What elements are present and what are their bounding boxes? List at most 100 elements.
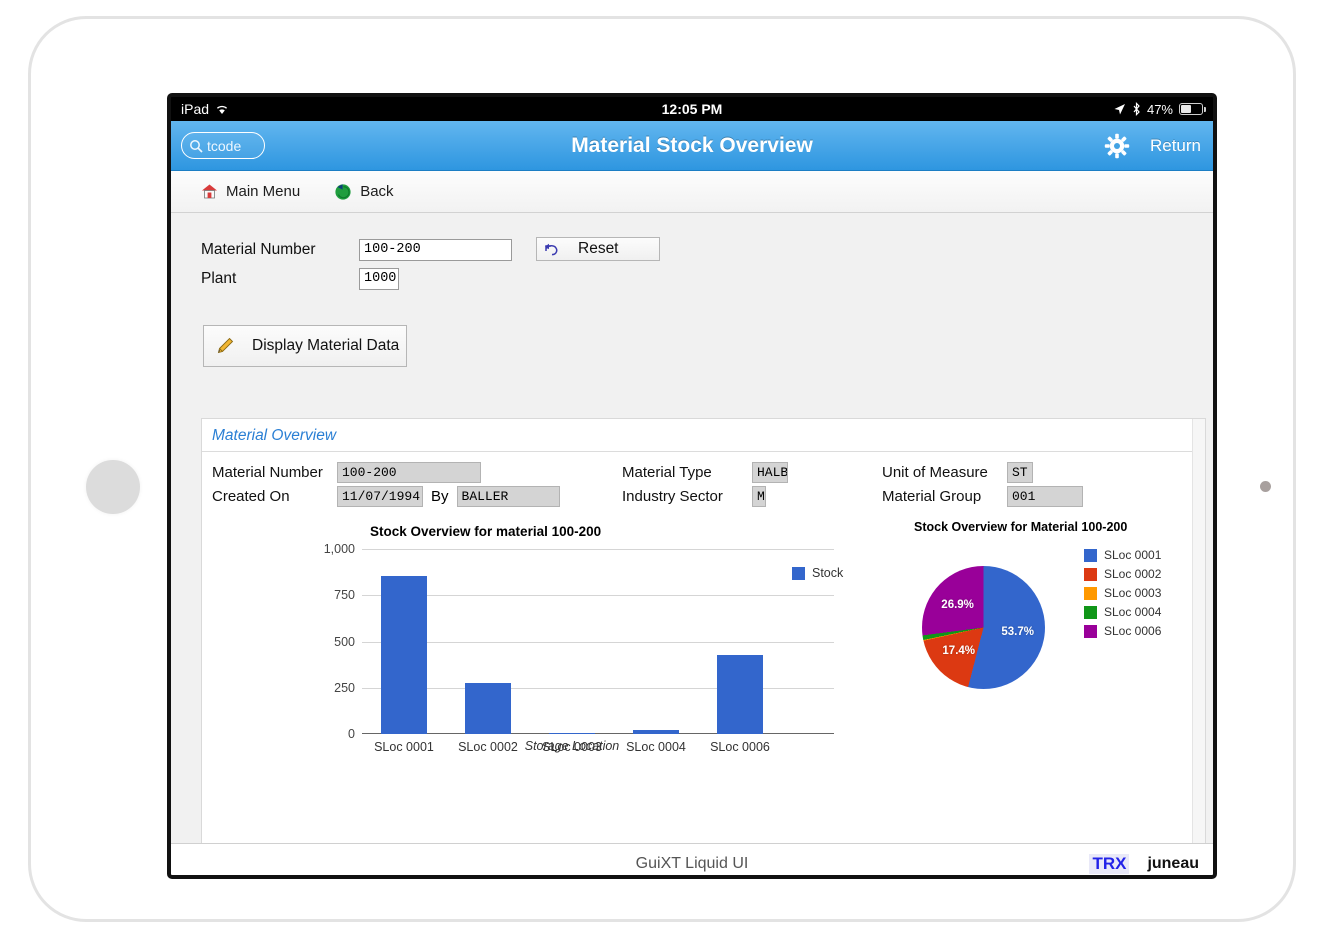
pie-chart-legend-label: SLoc 0003 xyxy=(1104,586,1161,600)
overview-material-type-value: HALB xyxy=(752,462,788,483)
bar-chart-plot: 02505007501,000SLoc 0001SLoc 0002SLoc 00… xyxy=(362,549,782,734)
overview-unit-of-measure-label: Unit of Measure xyxy=(882,464,1007,481)
bar-chart-bar-rect xyxy=(381,576,426,734)
overview-industry-sector-value: M xyxy=(752,486,766,507)
bar-chart-bar[interactable]: SLoc 0001 xyxy=(381,549,426,734)
ipad-screen: iPad 12:05 PM xyxy=(167,93,1217,879)
pie-chart-value-label: 26.9% xyxy=(941,599,974,611)
bar-chart-bar-rect xyxy=(717,655,762,734)
stock-pie-chart: Stock Overview for Material 100-200 53.7… xyxy=(902,520,1202,770)
pie-chart-legend-label: SLoc 0001 xyxy=(1104,548,1161,562)
bar-chart-bar[interactable]: SLoc 0002 xyxy=(465,549,510,734)
pie-chart-value-label: 17.4% xyxy=(942,645,975,657)
material-number-row: Material Number 100-200 xyxy=(201,237,1213,263)
ios-status-bar: iPad 12:05 PM xyxy=(171,97,1213,121)
main-menu-label: Main Menu xyxy=(226,183,300,200)
bar-chart-bar-rect xyxy=(549,733,594,734)
pie-chart-legend-label: SLoc 0002 xyxy=(1104,567,1161,581)
pie-chart-legend-item[interactable]: SLoc 0004 xyxy=(1084,605,1161,619)
display-material-data-button[interactable]: Display Material Data xyxy=(203,325,407,367)
charts-area: Stock Overview for material 100-200 0 250… xyxy=(202,514,1205,814)
gear-icon[interactable] xyxy=(1104,133,1130,159)
material-number-label: Material Number xyxy=(201,241,359,259)
overview-material-number-label: Material Number xyxy=(212,464,337,481)
back-button[interactable]: Back xyxy=(334,183,393,201)
overview-industry-sector-label: Industry Sector xyxy=(622,488,752,505)
pie-chart-legend-swatch xyxy=(1084,568,1097,581)
bar-chart-bar[interactable]: SLoc 0003 xyxy=(549,549,594,734)
bluetooth-icon xyxy=(1132,102,1141,116)
overview-unit-of-measure-row: Unit of Measure ST xyxy=(882,460,1192,484)
page-title: Material Stock Overview xyxy=(171,134,1213,158)
ipad-device-frame: iPad 12:05 PM xyxy=(28,16,1296,922)
bar-chart-y-tick-label: 0 xyxy=(348,727,355,741)
action-toolbar: Main Menu Back xyxy=(171,171,1213,213)
material-overview-fields: Material Number 100-200 Created On 11/07… xyxy=(202,452,1205,514)
pie-chart-legend-label: SLoc 0006 xyxy=(1104,624,1161,638)
pie-chart-legend-item[interactable]: SLoc 0001 xyxy=(1084,548,1161,562)
battery-percent-label: 47% xyxy=(1147,102,1173,117)
bar-chart-y-tick-label: 1,000 xyxy=(324,542,355,556)
legend-swatch-stock xyxy=(792,567,805,580)
bar-chart-legend: Stock xyxy=(792,566,843,580)
bar-chart-gridline xyxy=(362,688,834,689)
pie-chart-legend: SLoc 0001 SLoc 0002 SLoc 0003 SLoc 0004 SLoc… xyxy=(1084,548,1161,638)
plant-input[interactable]: 1000 xyxy=(359,268,399,290)
undo-icon xyxy=(543,242,560,257)
stock-bar-chart: Stock Overview for material 100-200 0 250… xyxy=(302,524,782,784)
bar-chart-x-axis-title: Storage Location xyxy=(362,739,782,753)
bar-chart-title: Stock Overview for material 100-200 xyxy=(370,524,782,539)
pie-chart-legend-swatch xyxy=(1084,587,1097,600)
plant-row: Plant 1000 xyxy=(201,266,1213,292)
overview-created-by-value: BALLER xyxy=(457,486,560,507)
overview-material-number-row: Material Number 100-200 xyxy=(212,460,632,484)
bar-chart-gridline xyxy=(362,734,834,735)
overview-material-group-label: Material Group xyxy=(882,488,1007,505)
status-bar-time: 12:05 PM xyxy=(171,101,1213,117)
status-bar-right: 47% xyxy=(1113,102,1203,117)
location-arrow-icon xyxy=(1113,103,1126,116)
bar-chart-bar[interactable]: SLoc 0004 xyxy=(633,549,678,734)
reset-label: Reset xyxy=(578,240,619,258)
plant-label: Plant xyxy=(201,270,359,288)
bar-chart-y-tick-label: 500 xyxy=(334,635,355,649)
pie-chart-legend-item[interactable]: SLoc 0006 xyxy=(1084,624,1161,638)
material-number-input[interactable]: 100-200 xyxy=(359,239,512,261)
material-overview-card: Material Overview Material Number 100-20… xyxy=(201,418,1206,843)
overview-industry-sector-row: Industry Sector M xyxy=(622,484,882,508)
overview-material-group-row: Material Group 001 xyxy=(882,484,1192,508)
battery-icon xyxy=(1179,103,1203,115)
pie-chart-title: Stock Overview for Material 100-200 xyxy=(914,520,1202,534)
bar-chart-bar[interactable]: SLoc 0006 xyxy=(717,549,762,734)
bar-chart-axis-line xyxy=(362,733,834,735)
overview-created-on-row: Created On 11/07/1994 By BALLER xyxy=(212,484,632,508)
pie-chart-graphic: 53.7%17.4%26.9% xyxy=(922,566,1045,689)
legend-label-stock: Stock xyxy=(812,566,843,580)
overview-column-middle: Material Type HALB Industry Sector M xyxy=(622,460,882,508)
return-button[interactable]: Return xyxy=(1150,136,1201,156)
app-title-bar: tcode Material Stock Overview xyxy=(171,121,1213,171)
pie-chart-legend-label: SLoc 0004 xyxy=(1104,605,1161,619)
front-camera xyxy=(1260,481,1271,492)
title-bar-actions: Return xyxy=(1104,133,1201,159)
pencil-icon xyxy=(216,337,234,355)
bar-chart-bar-rect xyxy=(633,730,678,734)
pie-chart-legend-swatch xyxy=(1084,625,1097,638)
overview-material-type-label: Material Type xyxy=(622,464,752,481)
bar-chart-y-tick-label: 250 xyxy=(334,681,355,695)
main-menu-button[interactable]: Main Menu xyxy=(201,183,300,200)
display-material-data-label: Display Material Data xyxy=(252,337,399,355)
pie-chart-legend-swatch xyxy=(1084,606,1097,619)
bar-chart-gridline xyxy=(362,642,834,643)
bar-chart-gridline xyxy=(362,549,834,550)
pie-chart-legend-item[interactable]: SLoc 0003 xyxy=(1084,586,1161,600)
app-footer: GuiXT Liquid UI TRX juneau xyxy=(171,843,1213,879)
trx-logo: TRX xyxy=(1089,854,1129,874)
overview-column-left: Material Number 100-200 Created On 11/07… xyxy=(212,460,632,508)
overview-material-group-value: 001 xyxy=(1007,486,1083,507)
reset-button[interactable]: Reset xyxy=(536,237,660,261)
home-button[interactable] xyxy=(86,460,140,514)
search-form: Material Number 100-200 Plant 1000 xyxy=(171,213,1213,367)
back-arrow-icon xyxy=(334,183,352,201)
pie-chart-legend-item[interactable]: SLoc 0002 xyxy=(1084,567,1161,581)
